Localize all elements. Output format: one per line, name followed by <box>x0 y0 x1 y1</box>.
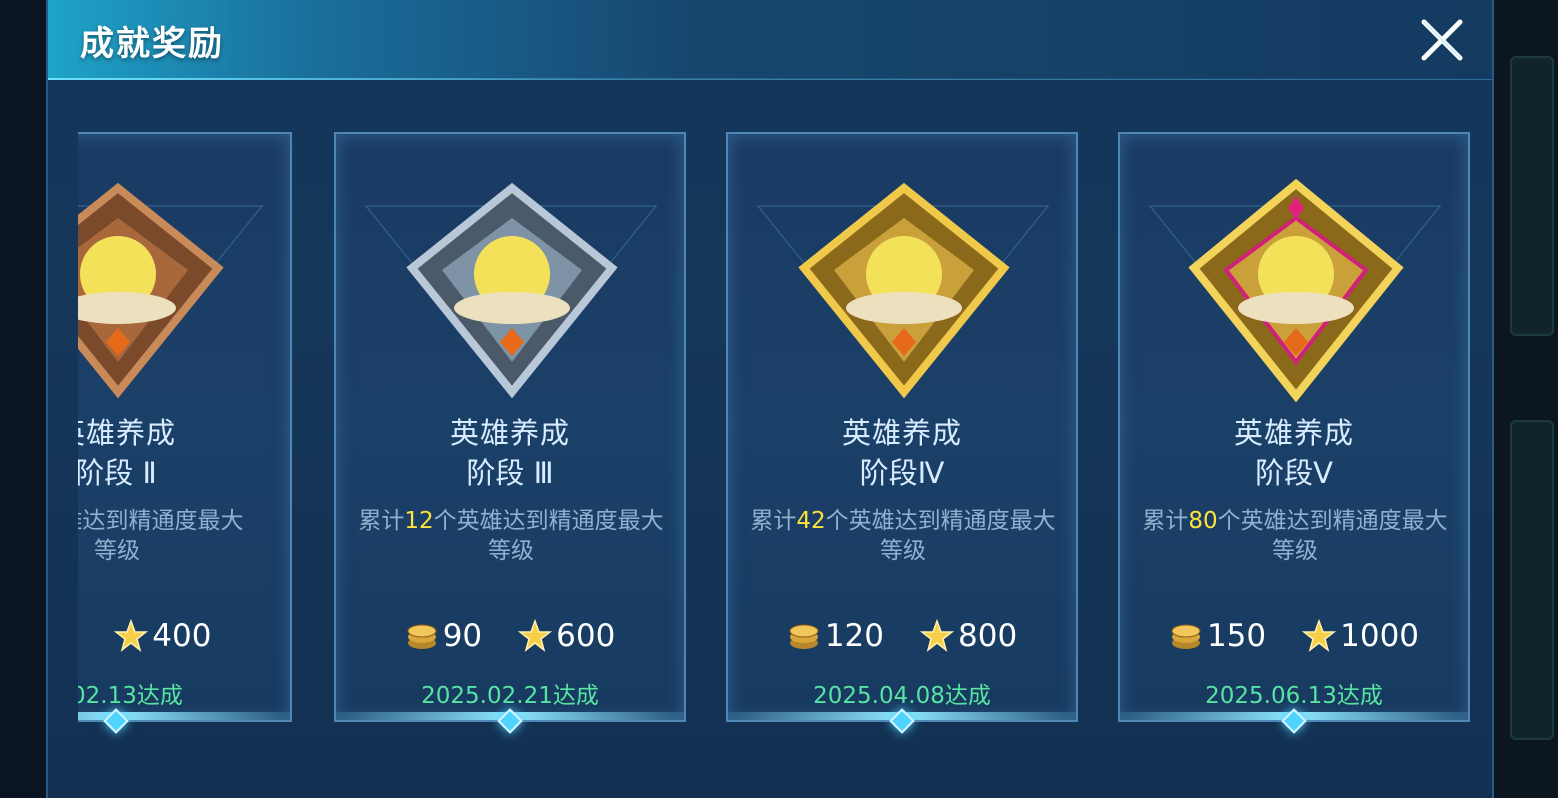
card-description: 累计英雄达到精通度最大 等级 <box>78 508 244 564</box>
dialog-header: 成就奖励 <box>48 0 1492 80</box>
hero-mastery-medal-icon <box>798 182 1010 399</box>
coin-reward: 120 <box>787 618 884 654</box>
card-achieved-date: 2025.04.08达成 <box>813 683 991 709</box>
card-title: 英雄养成 <box>1233 416 1354 450</box>
card-achieved-date: 2025.02.21达成 <box>421 683 599 709</box>
achievement-card[interactable]: 英雄养成 阶段Ⅴ 累计80个英雄达到精通度最大 等级 150 1000 2025… <box>1118 132 1470 734</box>
star-amount: 800 <box>958 618 1018 654</box>
achievement-reward-dialog: 成就奖励 英雄养成 阶段 Ⅱ <box>46 0 1494 798</box>
card-stage: 阶段Ⅳ <box>859 456 945 490</box>
star-amount: 600 <box>556 618 616 654</box>
card-title: 英雄养成 <box>841 416 962 450</box>
star-reward: 600 <box>518 618 615 654</box>
achievement-card[interactable]: 英雄养成 阶段 Ⅱ 累计英雄达到精通度最大 等级 0 <box>78 132 292 734</box>
coin-reward: 150 <box>1169 618 1266 654</box>
star-icon <box>114 619 149 652</box>
star-icon <box>920 619 954 652</box>
card-rewards: 90 600 <box>336 616 684 656</box>
background-slot <box>1510 420 1554 740</box>
close-button[interactable] <box>1414 12 1470 68</box>
star-amount: 400 <box>152 618 212 654</box>
card-rewards: 150 1000 <box>1120 616 1468 656</box>
card-description: 累计42个英雄达到精通度最大 等级 <box>750 508 1056 564</box>
coin-stack-icon <box>407 624 437 649</box>
card-description: 累计12个英雄达到精通度最大 等级 <box>358 508 664 564</box>
card-achieved-date: 2025.06.13达成 <box>1205 683 1383 709</box>
achievement-card-list[interactable]: 英雄养成 阶段 Ⅱ 累计英雄达到精通度最大 等级 0 <box>78 132 1478 752</box>
achievement-card[interactable]: 英雄养成 阶段Ⅳ 累计42个英雄达到精通度最大 等级 120 800 2025.… <box>726 132 1078 734</box>
star-reward: 1000 <box>1302 618 1419 654</box>
background-slot <box>1510 56 1554 336</box>
coin-amount: 90 <box>442 618 483 654</box>
star-reward: 800 <box>920 618 1017 654</box>
card-stage: 阶段Ⅴ <box>1255 456 1333 490</box>
star-amount: 1000 <box>1340 618 1420 654</box>
coin-amount: 150 <box>1206 618 1267 654</box>
card-rewards: 0 400 <box>78 616 290 656</box>
card-title: 英雄养成 <box>78 416 176 450</box>
star-reward: 400 <box>114 618 211 654</box>
coin-amount: 120 <box>824 618 884 654</box>
hero-mastery-medal-icon <box>1188 178 1404 402</box>
close-icon <box>1421 19 1463 61</box>
achievement-card[interactable]: 英雄养成 阶段 Ⅲ 累计12个英雄达到精通度最大 等级 90 600 2025.… <box>334 132 686 734</box>
star-icon <box>518 619 553 652</box>
background-panel <box>1488 0 1558 798</box>
card-achieved-date: 5.02.13达成 <box>78 683 183 709</box>
card-description: 累计80个英雄达到精通度最大 等级 <box>1142 508 1448 564</box>
card-rewards: 120 800 <box>728 616 1076 656</box>
coin-stack-icon <box>789 624 819 649</box>
hero-mastery-medal-icon <box>78 182 224 399</box>
star-icon <box>1302 619 1337 652</box>
card-title: 英雄养成 <box>449 416 570 450</box>
card-stage: 阶段 Ⅱ <box>78 456 157 490</box>
dialog-title: 成就奖励 <box>80 24 224 64</box>
coin-stack-icon <box>1171 624 1201 649</box>
card-stage: 阶段 Ⅲ <box>466 456 554 490</box>
coin-reward: 90 <box>405 618 482 654</box>
hero-mastery-medal-icon <box>406 182 618 399</box>
